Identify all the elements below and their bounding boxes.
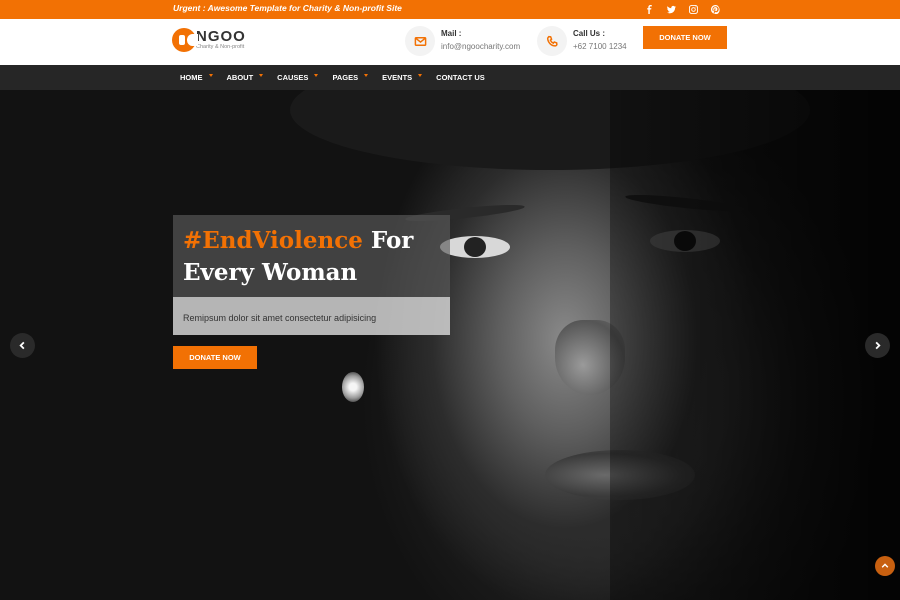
slider-prev-button[interactable]: [10, 333, 35, 358]
nav-item-events[interactable]: EVENTS: [382, 73, 423, 82]
hero-subtext: Remipsum dolor sit amet consectetur adip…: [183, 313, 377, 323]
call-value[interactable]: +62 7100 1234: [573, 41, 627, 53]
facebook-icon[interactable]: [638, 2, 660, 17]
mail-label: Mail :: [441, 29, 462, 38]
instagram-icon[interactable]: [682, 2, 704, 17]
logo-icon: [172, 28, 198, 52]
nav-item-label: EVENTS: [382, 73, 413, 82]
scroll-to-top-button[interactable]: [875, 556, 895, 576]
slider-next-button[interactable]: [865, 333, 890, 358]
main-nav: HOME ABOUT CAUSES PAGES EVENTS CONTACT U…: [0, 65, 900, 90]
nav-item-about[interactable]: ABOUT: [227, 73, 264, 82]
nav-item-label: ABOUT: [226, 73, 254, 82]
nav-item-causes[interactable]: CAUSES: [277, 73, 319, 82]
mail-value[interactable]: info@ngoocharity.com: [441, 41, 520, 53]
headline-hashtag: #EndViolence: [183, 227, 363, 254]
nav-item-pages[interactable]: PAGES: [332, 73, 369, 82]
twitter-icon[interactable]: [660, 2, 682, 17]
chevron-left-icon: [19, 341, 25, 350]
call-label: Call Us :: [573, 29, 606, 38]
top-bar: Urgent : Awesome Template for Charity & …: [0, 0, 900, 19]
social-links: [638, 2, 726, 17]
caret-down-icon: [418, 74, 423, 77]
nav-item-label: CAUSES: [277, 73, 309, 82]
caret-down-icon: [364, 74, 369, 77]
chevron-up-icon: [881, 563, 889, 568]
nav-item-contact[interactable]: CONTACT US: [436, 73, 485, 82]
site-logo[interactable]: NGOO Charity & Non-profit: [172, 28, 246, 52]
call-contact: Call Us : +62 7100 1234: [537, 26, 627, 56]
nav-item-label: PAGES: [332, 73, 359, 82]
logo-name: NGOO: [196, 28, 246, 45]
chevron-right-icon: [875, 341, 881, 350]
caret-down-icon: [314, 74, 319, 77]
nav-item-home[interactable]: HOME: [180, 73, 213, 82]
hero-slider: #EndViolence For Every Woman Remipsum do…: [0, 90, 900, 600]
envelope-icon: [405, 26, 435, 56]
logo-tagline: Charity & Non-profit: [196, 44, 245, 50]
nav-item-label: CONTACT US: [436, 73, 485, 82]
mail-contact: Mail : info@ngoocharity.com: [405, 26, 520, 56]
caret-down-icon: [259, 74, 264, 77]
urgent-notice: Urgent : Awesome Template for Charity & …: [173, 3, 402, 13]
hero-donate-button[interactable]: DONATE NOW: [173, 346, 257, 369]
site-header: NGOO Charity & Non-profit Mail : info@ng…: [0, 19, 900, 65]
pinterest-icon[interactable]: [704, 2, 726, 17]
caret-down-icon: [208, 74, 213, 77]
nav-item-label: HOME: [180, 73, 203, 82]
phone-icon: [537, 26, 567, 56]
header-donate-button[interactable]: DONATE NOW: [643, 26, 727, 49]
hero-headline: #EndViolence For Every Woman: [183, 225, 445, 289]
